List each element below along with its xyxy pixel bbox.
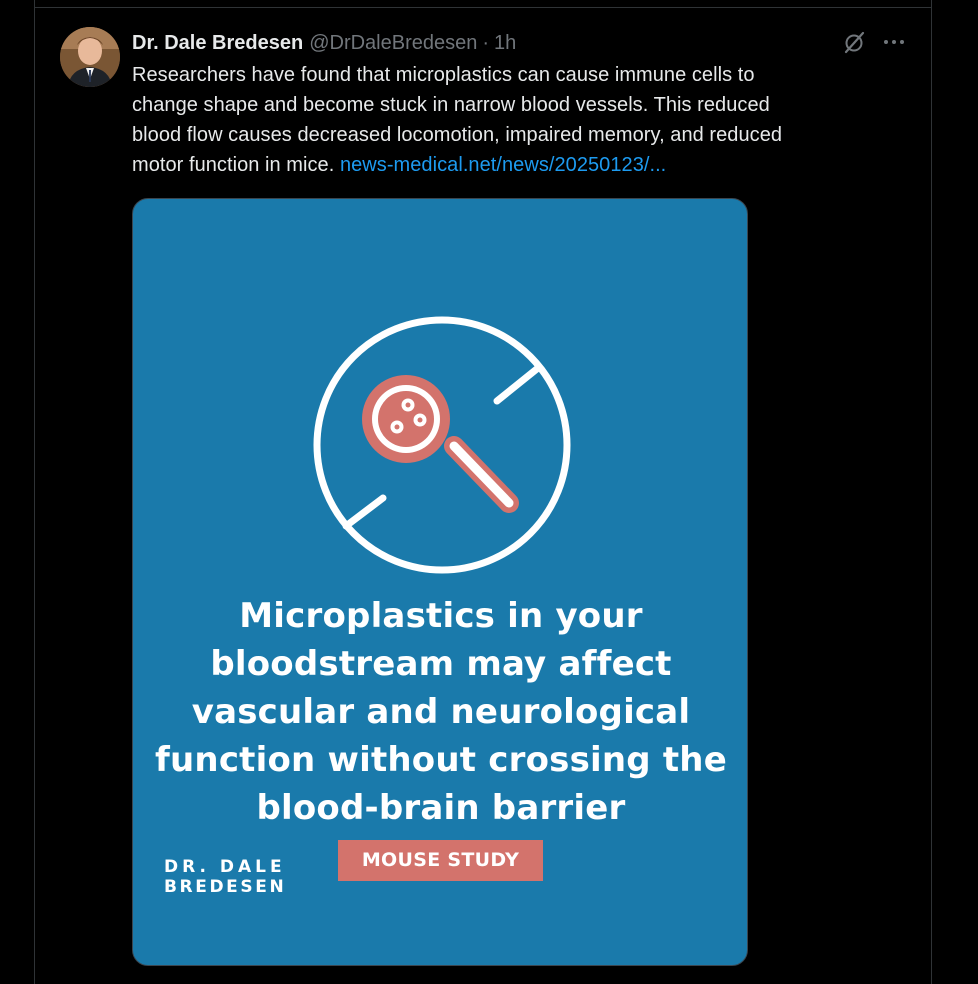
more-icon[interactable]: [880, 30, 908, 54]
divider: [34, 7, 932, 8]
display-name[interactable]: Dr. Dale Bredesen: [132, 30, 303, 56]
tweet-text-line: motor function in mice.: [132, 154, 340, 176]
headline-line: vascular and neurological: [191, 692, 691, 732]
tweet-text-line-last: motor function in mice. news-medical.net…: [132, 150, 892, 180]
profile-photo-icon: [60, 27, 120, 87]
grok-icon[interactable]: [842, 30, 866, 54]
no-sign-magnifier-icon: [313, 316, 571, 574]
headline-line: bloodstream may affect: [210, 644, 672, 684]
headline-line: function without crossing the: [155, 740, 727, 780]
tweet-header: Dr. Dale Bredesen @DrDaleBredesen · 1h: [132, 30, 516, 56]
user-handle[interactable]: @DrDaleBredesen: [309, 30, 477, 56]
separator: ·: [482, 32, 490, 54]
avatar[interactable]: [60, 27, 120, 87]
tweet-text-line: Researchers have found that microplastic…: [132, 64, 755, 86]
timestamp[interactable]: 1h: [494, 30, 516, 56]
tweet-text-line: change shape and become stuck in narrow …: [132, 94, 770, 116]
tweet-text-line: blood flow causes decreased locomotion, …: [132, 124, 783, 146]
brand-logo-text: DR. DALE BREDESEN: [164, 857, 286, 897]
media-headline: Microplastics in your bloodstream may af…: [133, 592, 747, 832]
headline-line: blood-brain barrier: [256, 788, 626, 828]
brand-line: BREDESEN: [164, 877, 287, 897]
article-link[interactable]: news-medical.net/news/20250123/...: [340, 154, 666, 176]
headline-line: Microplastics in your: [239, 596, 643, 636]
media-image[interactable]: Microplastics in your bloodstream may af…: [132, 198, 748, 966]
tweet-text: Researchers have found that microplastic…: [132, 60, 892, 180]
brand-line: DR. DALE: [164, 857, 286, 877]
study-badge: MOUSE STUDY: [338, 840, 543, 881]
